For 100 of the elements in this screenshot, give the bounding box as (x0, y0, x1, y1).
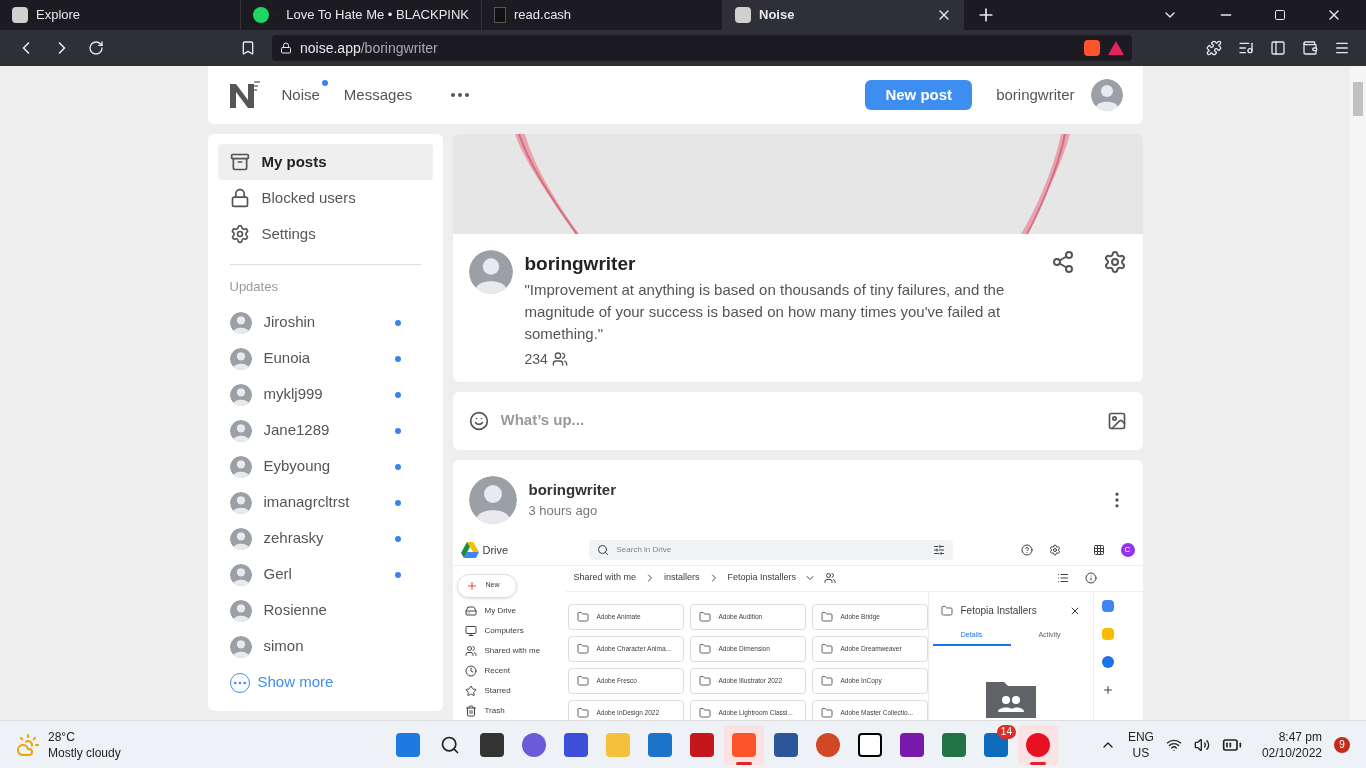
update-item[interactable]: Jane1289 (217, 412, 433, 449)
settings-icon[interactable] (1102, 250, 1127, 274)
smile-icon[interactable] (468, 410, 489, 431)
star-icon (464, 684, 477, 697)
avatar (468, 250, 513, 294)
sidebar-item[interactable]: Settings (217, 216, 433, 252)
drive-search-field[interactable]: Search in Drive (588, 540, 953, 560)
share-icon[interactable] (1050, 250, 1075, 274)
drive-title: Drive (482, 542, 509, 558)
update-item[interactable]: simon (217, 628, 433, 665)
active-indicator (1029, 761, 1046, 765)
settings-icon (229, 224, 250, 244)
triangle-icon[interactable] (1108, 41, 1124, 55)
settings-icon (1048, 544, 1061, 556)
drive-icon (464, 604, 477, 617)
avatar (229, 419, 252, 442)
lock-icon (280, 42, 292, 54)
avatar (229, 311, 252, 334)
extensions-icon[interactable] (1206, 40, 1222, 56)
clock-time[interactable]: 8:47 pm (1278, 728, 1322, 745)
drive-nav-item[interactable]: Trash (456, 703, 566, 718)
avatar (468, 475, 517, 524)
restore-icon[interactable] (1274, 9, 1286, 21)
drive-nav-item[interactable]: Recent (456, 663, 566, 678)
update-item[interactable]: imanagrcltrst (217, 484, 433, 521)
lock-icon (229, 188, 250, 208)
nav-link[interactable]: Noise (277, 83, 324, 107)
people-icon (464, 644, 477, 657)
update-item[interactable]: myklj999 (217, 376, 433, 413)
section-heading: Updates (228, 278, 279, 296)
update-item[interactable]: Rosienne (217, 592, 433, 629)
update-item[interactable]: Jiroshin (217, 304, 433, 341)
avatar (229, 455, 252, 478)
info-icon (1084, 572, 1097, 584)
username[interactable]: boringwriter (996, 83, 1075, 107)
drive-nav-item[interactable]: My Drive (456, 603, 566, 618)
avatar (229, 347, 252, 370)
wallet-icon[interactable] (1302, 40, 1318, 56)
notification-badge[interactable]: 9 (1334, 736, 1350, 753)
drive-nav-item[interactable]: Shared with me (456, 643, 566, 658)
tab-title: Explore (36, 6, 82, 25)
account-avatar: C (1120, 543, 1135, 557)
menu-icon[interactable] (1334, 40, 1350, 56)
search-icon (439, 734, 460, 755)
trash-icon (464, 704, 477, 717)
nav-link[interactable]: Messages (339, 83, 417, 107)
avatar (229, 383, 252, 406)
computer-icon (464, 624, 477, 637)
scrollbar[interactable] (1350, 66, 1366, 720)
sidebar-item[interactable]: Blocked users (217, 180, 433, 216)
avatar (229, 491, 252, 514)
plus-icon (465, 579, 478, 592)
search-icon (596, 544, 609, 556)
image-icon[interactable] (1106, 410, 1127, 431)
breadcrumb-item[interactable]: Shared with me (573, 571, 637, 585)
post-time: 3 hours ago (528, 502, 599, 520)
url-text: noise.app/boringwriter (300, 38, 439, 58)
tab-title: Love To Hate Me • BLACKPINK (286, 6, 469, 25)
follower-count: 234 (524, 349, 548, 369)
avatar (229, 527, 252, 550)
people-icon (551, 351, 568, 367)
bookmark-icon[interactable] (240, 40, 256, 56)
tab-title: Noise (759, 6, 796, 25)
browser-tab[interactable]: Noise (723, 0, 964, 30)
post-author[interactable]: boringwriter (528, 478, 1095, 501)
taskbar-app[interactable]: 14 (975, 724, 1016, 765)
update-item[interactable]: Gerl (217, 556, 433, 593)
avatar (1090, 79, 1123, 111)
avatar (229, 563, 252, 586)
breadcrumb-item[interactable]: installers (664, 571, 700, 585)
notification-badge: 14 (996, 724, 1016, 739)
sidebar-item[interactable]: My posts (217, 144, 433, 180)
avatar (229, 599, 252, 622)
drive-nav-item[interactable]: Starred (456, 683, 566, 698)
filter-icon (932, 544, 945, 556)
drive-nav-item[interactable]: Computers (456, 623, 566, 638)
drive-logo-icon (460, 542, 479, 558)
search-placeholder: Search in Drive (616, 544, 673, 556)
sidebar-icon[interactable] (1270, 40, 1286, 56)
playlist-icon[interactable] (1238, 40, 1254, 56)
volume-icon[interactable] (1193, 736, 1210, 753)
clock-icon (464, 664, 477, 677)
weather-condition: Mostly cloudy (48, 744, 121, 761)
profile-bio: "Improvement at anything is based on thousands of tiny failures, and the magnitude of your success is based on how many times you've failed at something." (524, 279, 1006, 344)
region[interactable]: US (1132, 744, 1150, 761)
reload-icon[interactable] (88, 40, 104, 56)
people-icon (824, 572, 837, 584)
avatar (229, 635, 252, 658)
update-item[interactable]: zehrasky (217, 520, 433, 557)
update-item[interactable]: Eybyoung (217, 448, 433, 485)
clock-date[interactable]: 02/10/2022 (1261, 744, 1322, 761)
post-field[interactable]: What’s up... (452, 391, 1143, 450)
language[interactable]: ENG (1127, 728, 1154, 745)
inbox-icon (229, 152, 250, 172)
apps-grid-icon (1092, 544, 1105, 556)
address-bar[interactable]: noise.app/boringwriter (272, 35, 1132, 61)
tab-title: read.cash (514, 6, 573, 25)
update-item[interactable]: Eunoia (217, 340, 433, 377)
post-input[interactable]: What’s up... (500, 409, 1095, 432)
breadcrumb-item[interactable]: Fetopia Installers (727, 571, 797, 585)
